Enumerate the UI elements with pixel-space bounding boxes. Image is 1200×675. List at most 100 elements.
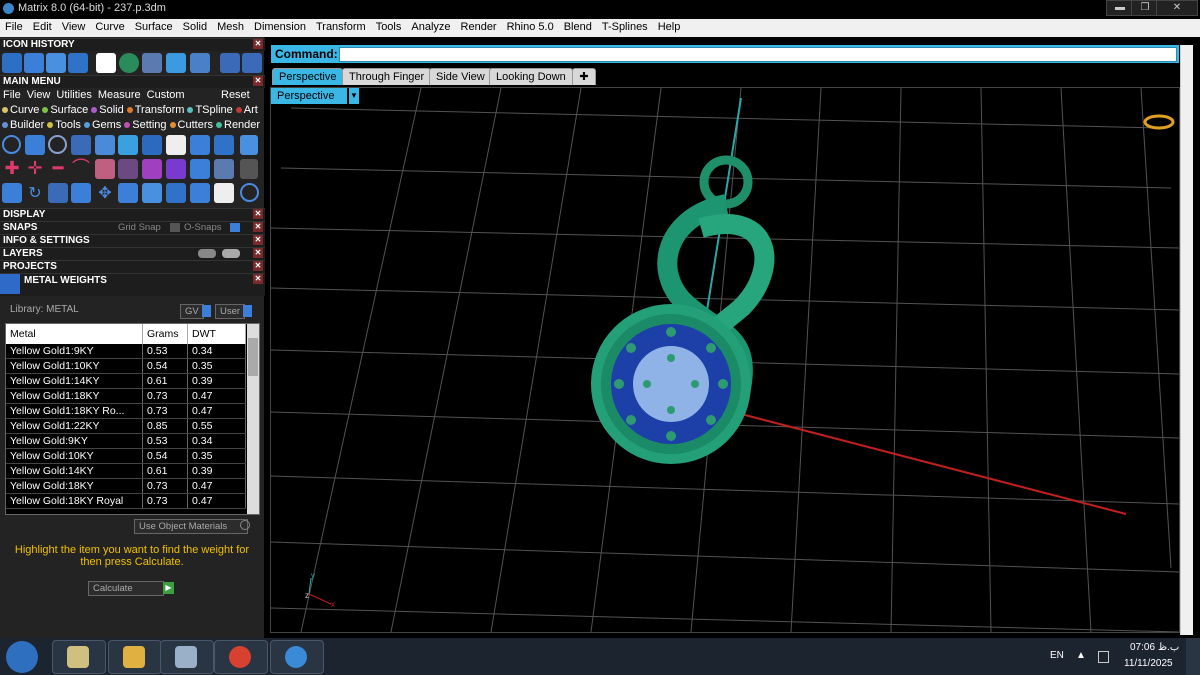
column-metal[interactable]: Metal xyxy=(6,324,143,344)
table-row[interactable]: Yellow Gold:9KY 0.53 0.34 xyxy=(6,433,246,449)
table-row[interactable]: Yellow Gold1:9KY 0.53 0.34 xyxy=(6,344,246,359)
taskbar-explorer[interactable] xyxy=(108,640,162,674)
mm-builder[interactable]: Builder xyxy=(2,119,44,131)
icon-history-header[interactable]: ICON HISTORY ✕ xyxy=(0,38,265,51)
column-grams[interactable]: Grams xyxy=(142,324,188,344)
mm-view[interactable]: View xyxy=(27,89,51,101)
mm-tspline[interactable]: TSpline xyxy=(187,104,233,116)
right-scrollbar[interactable] xyxy=(1180,45,1193,635)
plus-icon[interactable]: ✚ xyxy=(2,159,22,179)
arrow-left-icon[interactable] xyxy=(220,53,240,73)
tab-looking-down[interactable]: Looking Down xyxy=(489,68,573,85)
menu-curve[interactable]: Curve xyxy=(90,19,129,33)
taskbar-matrix[interactable] xyxy=(270,640,324,674)
bezel-icon[interactable] xyxy=(190,135,210,155)
close-icon[interactable]: ✕ xyxy=(253,261,263,271)
setting-icon[interactable] xyxy=(142,135,162,155)
mm-surface[interactable]: Surface xyxy=(42,104,88,116)
minus-icon[interactable]: ━ xyxy=(48,159,68,179)
use-object-materials-button[interactable]: Use Object Materials xyxy=(134,519,248,534)
close-icon[interactable]: ✕ xyxy=(253,39,263,49)
mm-solid[interactable]: Solid xyxy=(91,104,124,116)
table-scrollbar[interactable] xyxy=(247,324,259,514)
select-icon[interactable] xyxy=(214,183,234,203)
grid-icon[interactable] xyxy=(166,53,186,73)
o-snaps-checkbox[interactable] xyxy=(230,223,240,232)
clock-date[interactable]: 11/11/2025 xyxy=(1124,658,1173,669)
tab-through-finger[interactable]: Through Finger xyxy=(342,68,432,85)
mm-gems[interactable]: Gems xyxy=(83,119,121,131)
close-icon[interactable]: ✕ xyxy=(253,76,263,86)
mm-utilities[interactable]: Utilities xyxy=(56,89,91,101)
menu-render[interactable]: Render xyxy=(456,19,502,33)
mm-transform[interactable]: Transform xyxy=(126,104,184,116)
taskbar-paint[interactable] xyxy=(52,640,106,674)
render-sphere-icon[interactable] xyxy=(119,53,139,73)
menu-blend[interactable]: Blend xyxy=(559,19,597,33)
menu-dimension[interactable]: Dimension xyxy=(249,19,311,33)
group-icon[interactable] xyxy=(166,183,186,203)
taskbar-chrome[interactable] xyxy=(214,640,268,674)
network-icon[interactable] xyxy=(1098,651,1109,663)
restore-button[interactable]: ❐ xyxy=(1131,0,1159,16)
mm-file[interactable]: File xyxy=(3,89,21,101)
channel-icon[interactable] xyxy=(214,135,234,155)
tab-perspective[interactable]: Perspective xyxy=(272,68,344,85)
table-row[interactable]: Yellow Gold:10KY 0.54 0.35 xyxy=(6,448,246,464)
mm-setting[interactable]: Setting xyxy=(124,119,167,131)
calculate-button[interactable]: Calculate xyxy=(88,581,164,596)
add-point-icon[interactable]: ✛ xyxy=(25,159,45,179)
gv-button[interactable]: GV xyxy=(180,304,204,319)
gv-toggle-icon[interactable] xyxy=(202,305,211,317)
menu-transform[interactable]: Transform xyxy=(311,19,371,33)
play-icon[interactable]: ▶ xyxy=(163,582,174,594)
bend-icon[interactable] xyxy=(48,183,68,203)
table-row[interactable]: Yellow Gold:18KY 0.73 0.47 xyxy=(6,478,246,494)
menu-file[interactable]: File xyxy=(0,19,28,33)
o-snaps-toggle[interactable]: O-Snaps xyxy=(184,222,222,234)
shield-icon[interactable] xyxy=(166,135,186,155)
move-arrows-icon[interactable]: ✥ xyxy=(95,183,115,203)
table-row[interactable]: Yellow Gold1:18KY 0.73 0.47 xyxy=(6,388,246,404)
panel-icon[interactable] xyxy=(240,135,258,155)
column-dwt[interactable]: DWT xyxy=(187,324,246,344)
close-icon[interactable]: ✕ xyxy=(253,248,263,258)
start-button-icon[interactable] xyxy=(6,641,38,673)
mm-curve[interactable]: Curve xyxy=(2,104,39,116)
check-icon[interactable] xyxy=(190,159,210,179)
eye-icon[interactable] xyxy=(198,249,216,258)
close-icon[interactable]: ✕ xyxy=(253,274,263,284)
arrow-right-icon[interactable] xyxy=(242,53,262,73)
mm-render[interactable]: Render xyxy=(216,119,260,131)
show-desktop-button[interactable] xyxy=(1186,638,1200,675)
menu-help[interactable]: Help xyxy=(653,19,686,33)
split-icon[interactable] xyxy=(214,159,234,179)
main-menu-header[interactable]: MAIN MENU ✕ xyxy=(0,75,265,88)
menu-surface[interactable]: Surface xyxy=(130,19,178,33)
command-input[interactable] xyxy=(339,47,1177,62)
close-icon[interactable]: ✕ xyxy=(253,235,263,245)
close-button[interactable]: ✕ xyxy=(1156,0,1198,16)
split-view-icon[interactable] xyxy=(190,183,210,203)
info-settings-header[interactable]: INFO & SETTINGS ✕ xyxy=(0,234,265,247)
snaps-header[interactable]: SNAPS Grid Snap O-Snaps ✕ xyxy=(0,221,265,234)
viewport[interactable]: Perspective ▼ y z x xyxy=(270,87,1180,633)
mm-measure[interactable]: Measure xyxy=(98,89,141,101)
menu-tsplines[interactable]: T-Splines xyxy=(597,19,653,33)
toggle-icon[interactable] xyxy=(240,159,258,179)
move-icon[interactable] xyxy=(24,53,44,73)
table-row[interactable]: Yellow Gold:18KY Royal 0.73 0.47 xyxy=(6,493,246,509)
ring-preview-icon[interactable] xyxy=(1143,114,1175,130)
close-icon[interactable]: ✕ xyxy=(253,222,263,232)
menu-tools[interactable]: Tools xyxy=(371,19,407,33)
folder-icon[interactable] xyxy=(68,53,88,73)
rotate-icon[interactable]: ↻ xyxy=(25,183,45,203)
close-icon[interactable]: ✕ xyxy=(253,209,263,219)
mm-reset[interactable]: Reset xyxy=(221,89,250,101)
minimize-button[interactable]: ▬ xyxy=(1106,0,1134,16)
gem-icon[interactable] xyxy=(190,53,210,73)
band-icon[interactable] xyxy=(48,135,67,154)
align-icon[interactable] xyxy=(71,183,91,203)
table-row[interactable]: Yellow Gold1:22KY 0.85 0.55 xyxy=(6,418,246,434)
menu-mesh[interactable]: Mesh xyxy=(212,19,249,33)
